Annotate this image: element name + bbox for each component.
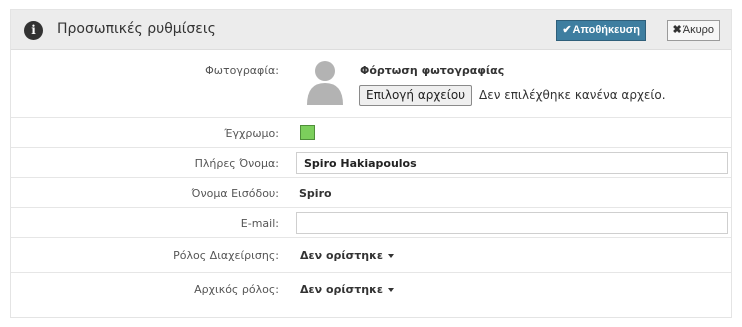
save-button[interactable]: ✔Αποθήκευση	[556, 20, 646, 41]
initial-role-value: Δεν ορίστηκε	[300, 283, 384, 296]
initial-role-row: Αρχικός ρόλος: Δεν ορίστηκε	[11, 273, 731, 308]
color-label: Έγχρωμο:	[224, 127, 279, 140]
panel-header: i Προσωπικές ρυθμίσεις ✔Αποθήκευση ✖Άκυρ…	[11, 10, 731, 50]
page-title: Προσωπικές ρυθμίσεις	[57, 21, 216, 37]
login-name-value: Spiro	[299, 187, 332, 200]
upload-photo-title: Φόρτωση φωτογραφίας	[360, 64, 505, 77]
personal-settings-panel: i Προσωπικές ρυθμίσεις ✔Αποθήκευση ✖Άκυρ…	[10, 9, 732, 318]
email-label: E-mail:	[240, 217, 279, 230]
color-swatch[interactable]	[300, 125, 315, 140]
caret-down-icon	[388, 288, 395, 292]
login-name-label: Όνομα Εισόδου:	[191, 187, 279, 200]
initial-role-label: Αρχικός ρόλος:	[194, 283, 279, 296]
cancel-button-label: Άκυρο	[682, 24, 714, 36]
email-input[interactable]	[296, 212, 728, 234]
save-button-label: Αποθήκευση	[572, 24, 640, 36]
caret-down-icon	[388, 254, 395, 258]
admin-role-value: Δεν ορίστηκε	[300, 249, 384, 262]
admin-role-label: Ρόλος Διαχείρισης:	[173, 249, 279, 262]
login-name-row: Όνομα Εισόδου: Spiro	[11, 178, 731, 208]
full-name-label: Πλήρες Όνομα:	[194, 157, 279, 170]
choose-file-button[interactable]: Επιλογή αρχείου	[359, 85, 473, 106]
close-icon: ✖	[672, 24, 682, 36]
info-icon: i	[24, 21, 43, 40]
check-icon: ✔	[562, 24, 572, 36]
photo-label: Φωτογραφία:	[205, 64, 279, 77]
admin-role-dropdown[interactable]: Δεν ορίστηκε	[300, 249, 395, 262]
file-status-text: Δεν επιλέχθηκε κανένα αρχείο.	[479, 88, 666, 102]
avatar-placeholder-icon	[307, 61, 343, 105]
full-name-input[interactable]	[296, 152, 728, 174]
color-row: Έγχρωμο:	[11, 118, 731, 148]
photo-row: Φωτογραφία: Φόρτωση φωτογραφίας Επιλογή …	[11, 50, 731, 118]
full-name-row: Πλήρες Όνομα:	[11, 148, 731, 178]
email-row: E-mail:	[11, 208, 731, 238]
admin-role-row: Ρόλος Διαχείρισης: Δεν ορίστηκε	[11, 238, 731, 273]
initial-role-dropdown[interactable]: Δεν ορίστηκε	[300, 283, 395, 296]
cancel-button[interactable]: ✖Άκυρο	[666, 20, 720, 41]
